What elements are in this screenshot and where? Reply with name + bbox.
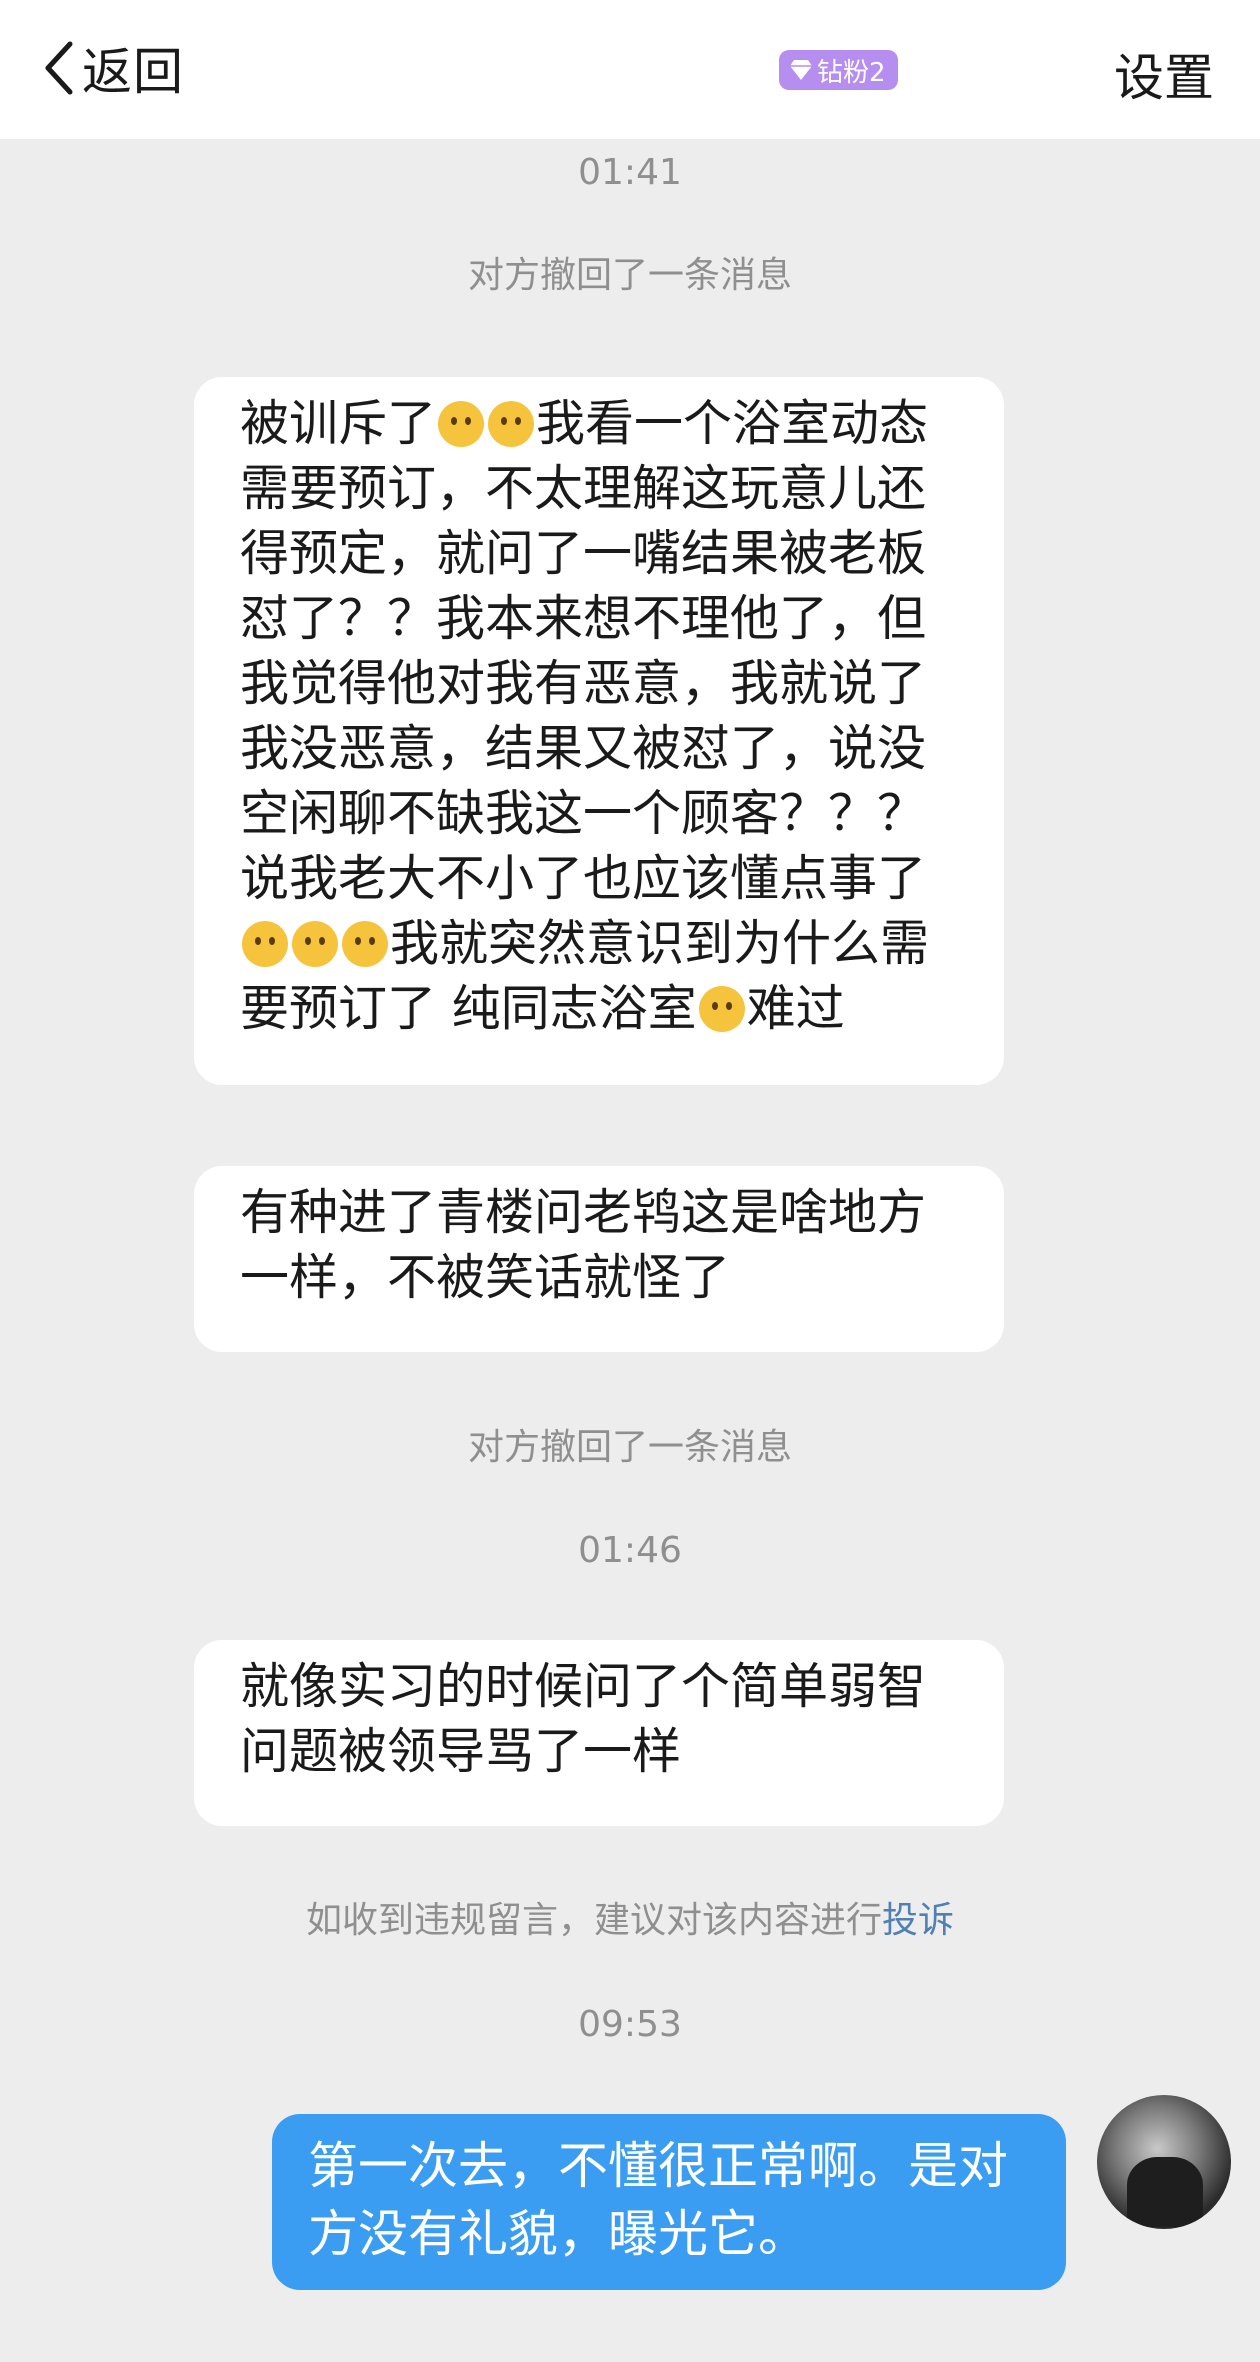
message-line: 我觉得他对我有恶意，我就说了	[240, 655, 927, 712]
message-bubble[interactable]: 就像实习的时候问了个简单弱智 问题被领导骂了一样	[194, 1640, 1004, 1826]
timestamp: 09:53	[578, 2004, 682, 2045]
top-bar: 返回 钻粉2 设置	[0, 0, 1260, 139]
message-bubble[interactable]: 有种进了青楼问老鸨这是啥地方 一样，不被笑话就怪了	[194, 1166, 1004, 1352]
message-line: 第一次去，不懂很正常啊。是对	[308, 2137, 1008, 2195]
message-line: 一样，不被笑话就怪了	[240, 1249, 731, 1306]
message-line: 要预订了 纯同志浴室 难过	[240, 976, 968, 1041]
message-bubble[interactable]: 被训斥了 我看一个浴室动态 需要预订，不太理解这玩意儿还 得预定，就问了一嘴结果被…	[194, 377, 1004, 1085]
pleading-face-icon	[488, 401, 535, 447]
message-line: 被训斥了 我看一个浴室动态	[240, 391, 968, 456]
message-line: 就像实习的时候问了个简单弱智	[240, 1658, 927, 1715]
diamond-icon	[790, 60, 812, 80]
back-button[interactable]: 返回	[42, 36, 184, 101]
smiling-face-icon	[292, 921, 338, 967]
message-line: 有种进了青楼问老鸨这是啥地方	[240, 1184, 927, 1241]
message-line: 需要预订，不太理解这玩意儿还	[240, 460, 927, 517]
smiling-face-icon	[342, 921, 388, 967]
report-notice: 如收到违规留言，建议对该内容进行投诉	[0, 1891, 1260, 1943]
message-line: 说我老大不小了也应该懂点事了	[240, 850, 927, 907]
message-text: 要预订了 纯同志浴室	[240, 980, 697, 1037]
message-line: 我就突然意识到为什么需	[240, 911, 968, 976]
report-notice-text: 如收到违规留言，建议对该内容进行	[305, 1900, 882, 1941]
chevron-left-icon	[45, 41, 73, 95]
timestamp: 01:46	[578, 1530, 682, 1571]
recall-notice: 对方撤回了一条消息	[467, 255, 792, 296]
smiling-face-icon	[242, 921, 288, 967]
badge-label: 钻粉2	[817, 57, 886, 88]
avatar[interactable]	[1097, 2095, 1231, 2229]
message-text: 我就突然意识到为什么需	[390, 915, 930, 972]
message-text: 被训斥了	[240, 395, 437, 452]
message-line: 怼了？？我本来想不理他了，但	[240, 590, 927, 647]
my-message-bubble[interactable]: 第一次去，不懂很正常啊。是对 方没有礼貌，曝光它。	[272, 2114, 1066, 2290]
message-line: 空闲聊不缺我这一个顾客？？？	[240, 785, 927, 842]
timestamp: 01:41	[578, 152, 682, 193]
report-link[interactable]: 投诉	[882, 1900, 954, 1941]
fan-level-badge[interactable]: 钻粉2	[779, 50, 898, 90]
message-line: 问题被领导骂了一样	[240, 1723, 682, 1780]
message-line: 方没有礼貌，曝光它。	[308, 2205, 808, 2263]
message-text: 我看一个浴室动态	[536, 395, 929, 452]
message-line: 得预定，就问了一嘴结果被老板	[240, 525, 927, 582]
recall-notice: 对方撤回了一条消息	[467, 1427, 792, 1468]
message-line: 我没恶意，结果又被怼了，说没	[240, 720, 927, 777]
pleading-face-icon	[438, 401, 485, 447]
settings-button[interactable]: 设置	[1114, 38, 1214, 110]
message-text: 难过	[746, 980, 845, 1037]
dizzy-face-icon	[698, 986, 745, 1032]
back-label: 返回	[82, 43, 184, 101]
